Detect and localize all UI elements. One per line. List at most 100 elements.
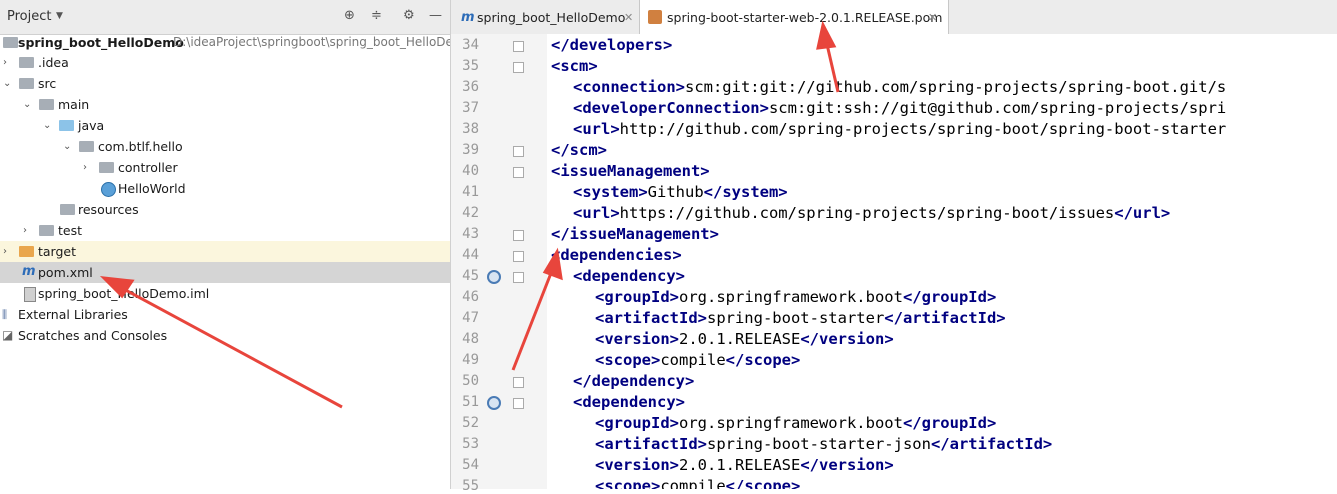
code-line: <groupId>org.springframework.boot</group… <box>595 413 996 434</box>
folder-icon <box>19 57 34 68</box>
tree-item-controller[interactable]: › controller <box>0 157 450 178</box>
fold-marker-icon[interactable] <box>513 377 524 388</box>
line-number: 47 <box>462 310 479 326</box>
code-line: <url>http://github.com/spring-projects/s… <box>573 119 1226 140</box>
tree-item-label: Scratches and Consoles <box>18 328 168 343</box>
hide-icon[interactable]: — <box>429 8 442 23</box>
fold-marker-icon[interactable] <box>513 272 524 283</box>
chevron-right-icon[interactable]: › <box>3 57 7 68</box>
line-number: 38 <box>462 121 479 137</box>
code-line: <connection>scm:git:git://github.com/spr… <box>573 77 1226 98</box>
line-number: 53 <box>462 436 479 452</box>
dependency-icon[interactable] <box>487 396 501 410</box>
line-number: 39 <box>462 142 479 158</box>
tree-item-helloworld[interactable]: HelloWorld <box>0 178 450 199</box>
line-number: 40 <box>462 163 479 179</box>
xml-open-tag: <scm> <box>551 57 598 75</box>
code-line: <dependency> <box>573 392 685 413</box>
xml-close-tag: </version> <box>800 330 894 348</box>
collapse-all-icon[interactable]: ≑ <box>371 8 382 23</box>
tree-item-label: main <box>58 97 90 112</box>
line-number: 35 <box>462 58 479 74</box>
tab-spring-boot-hellodemo[interactable]: m spring_boot_HelloDemo ✕ <box>451 0 640 34</box>
tree-item-src[interactable]: ⌄ src <box>0 73 450 94</box>
gear-icon[interactable]: ⚙ <box>403 8 415 23</box>
xml-close-tag: </scope> <box>725 477 801 489</box>
code-line: <version>2.0.1.RELEASE</version> <box>595 329 894 350</box>
code-line: <dependency> <box>573 266 685 287</box>
line-number: 41 <box>462 184 479 200</box>
source-folder-icon <box>59 120 74 131</box>
close-icon[interactable]: ✕ <box>928 11 937 24</box>
dependency-icon[interactable] <box>487 270 501 284</box>
xml-text: scm:git:git://github.com/spring-projects… <box>684 78 1227 96</box>
chevron-right-icon[interactable]: › <box>83 162 87 173</box>
tab-starter-web-pom[interactable]: spring-boot-starter-web-2.0.1.RELEASE.po… <box>640 0 949 34</box>
tree-item-label: spring_boot_HelloDemo <box>18 35 184 50</box>
tree-item-label: controller <box>118 160 178 175</box>
tree-item-external-libraries[interactable]: ⫼ External Libraries <box>0 304 450 325</box>
tree-item-package[interactable]: ⌄ com.btlf.hello <box>0 136 450 157</box>
xml-text: org.springframework.boot <box>679 288 903 306</box>
code-line: </scm> <box>551 140 607 161</box>
xml-open-tag: <artifactId> <box>595 435 707 453</box>
maven-file-icon: m <box>461 10 475 25</box>
tree-item-label: External Libraries <box>18 307 128 322</box>
chevron-down-icon[interactable]: ▼ <box>56 11 63 21</box>
tree-item-java[interactable]: ⌄ java <box>0 115 450 136</box>
resources-folder-icon <box>60 204 75 215</box>
fold-marker-icon[interactable] <box>513 167 524 178</box>
code-line: <url>https://github.com/spring-projects/… <box>573 203 1170 224</box>
tree-item-pom[interactable]: m pom.xml <box>0 262 450 283</box>
line-number: 51 <box>462 394 479 410</box>
chevron-right-icon[interactable]: › <box>3 246 7 257</box>
xml-open-tag: </dependency> <box>573 372 695 390</box>
tree-item-target[interactable]: › target <box>0 241 450 262</box>
fold-marker-icon[interactable] <box>513 398 524 409</box>
chevron-down-icon[interactable]: ⌄ <box>3 78 11 89</box>
close-icon[interactable]: ✕ <box>624 11 633 24</box>
xml-open-tag: <url> <box>573 120 620 138</box>
locate-icon[interactable]: ⊕ <box>344 8 355 23</box>
fold-marker-icon[interactable] <box>513 251 524 262</box>
fold-marker-icon[interactable] <box>513 41 524 52</box>
fold-marker-icon[interactable] <box>513 62 524 73</box>
tree-item-scratches[interactable]: ◪ Scratches and Consoles <box>0 325 450 346</box>
package-icon <box>79 141 94 152</box>
xml-text: https://github.com/spring-projects/sprin… <box>619 204 1115 222</box>
xml-open-tag: <scope> <box>595 351 661 369</box>
line-number: 55 <box>462 478 479 494</box>
xml-close-tag: </scope> <box>725 351 801 369</box>
tree-item-resources[interactable]: resources <box>0 199 450 220</box>
tree-item-label: java <box>78 118 105 133</box>
line-number: 37 <box>462 100 479 116</box>
tree-item-test[interactable]: › test <box>0 220 450 241</box>
xml-text: spring-boot-starter-json <box>706 435 931 453</box>
tree-item-label: .idea <box>38 55 69 70</box>
xml-text: http://github.com/spring-projects/spring… <box>619 120 1227 138</box>
folder-icon <box>39 225 54 236</box>
tree-item-project-root[interactable]: spring_boot_HelloDemo D:\ideaProject\spr… <box>0 32 450 53</box>
chevron-down-icon[interactable]: ⌄ <box>43 120 51 131</box>
line-number: 43 <box>462 226 479 242</box>
tab-label: spring_boot_HelloDemo <box>477 10 626 25</box>
fold-marker-icon[interactable] <box>513 230 524 241</box>
chevron-down-icon[interactable]: ⌄ <box>63 141 71 152</box>
chevron-right-icon[interactable]: › <box>23 225 27 236</box>
xml-close-tag: </groupId> <box>902 414 997 432</box>
tree-item-main[interactable]: ⌄ main <box>0 94 450 115</box>
fold-marker-icon[interactable] <box>513 146 524 157</box>
line-number: 44 <box>462 247 479 263</box>
code-area[interactable]: </developers> <scm> <connection>scm:git:gi… <box>547 34 1337 489</box>
xml-close-tag: </version> <box>800 456 894 474</box>
xml-close-tag: </artifactId> <box>884 309 1006 327</box>
project-panel-title[interactable]: Project <box>7 9 51 24</box>
xml-open-tag: </developers> <box>551 36 673 54</box>
tree-item-iml[interactable]: spring_boot_HelloDemo.iml <box>0 283 450 304</box>
xml-open-tag: <groupId> <box>595 288 679 306</box>
code-line: <groupId>org.springframework.boot</group… <box>595 287 996 308</box>
module-file-icon <box>24 287 36 302</box>
chevron-down-icon[interactable]: ⌄ <box>23 99 31 110</box>
tree-item-idea[interactable]: › .idea <box>0 52 450 73</box>
line-number: 42 <box>462 205 479 221</box>
